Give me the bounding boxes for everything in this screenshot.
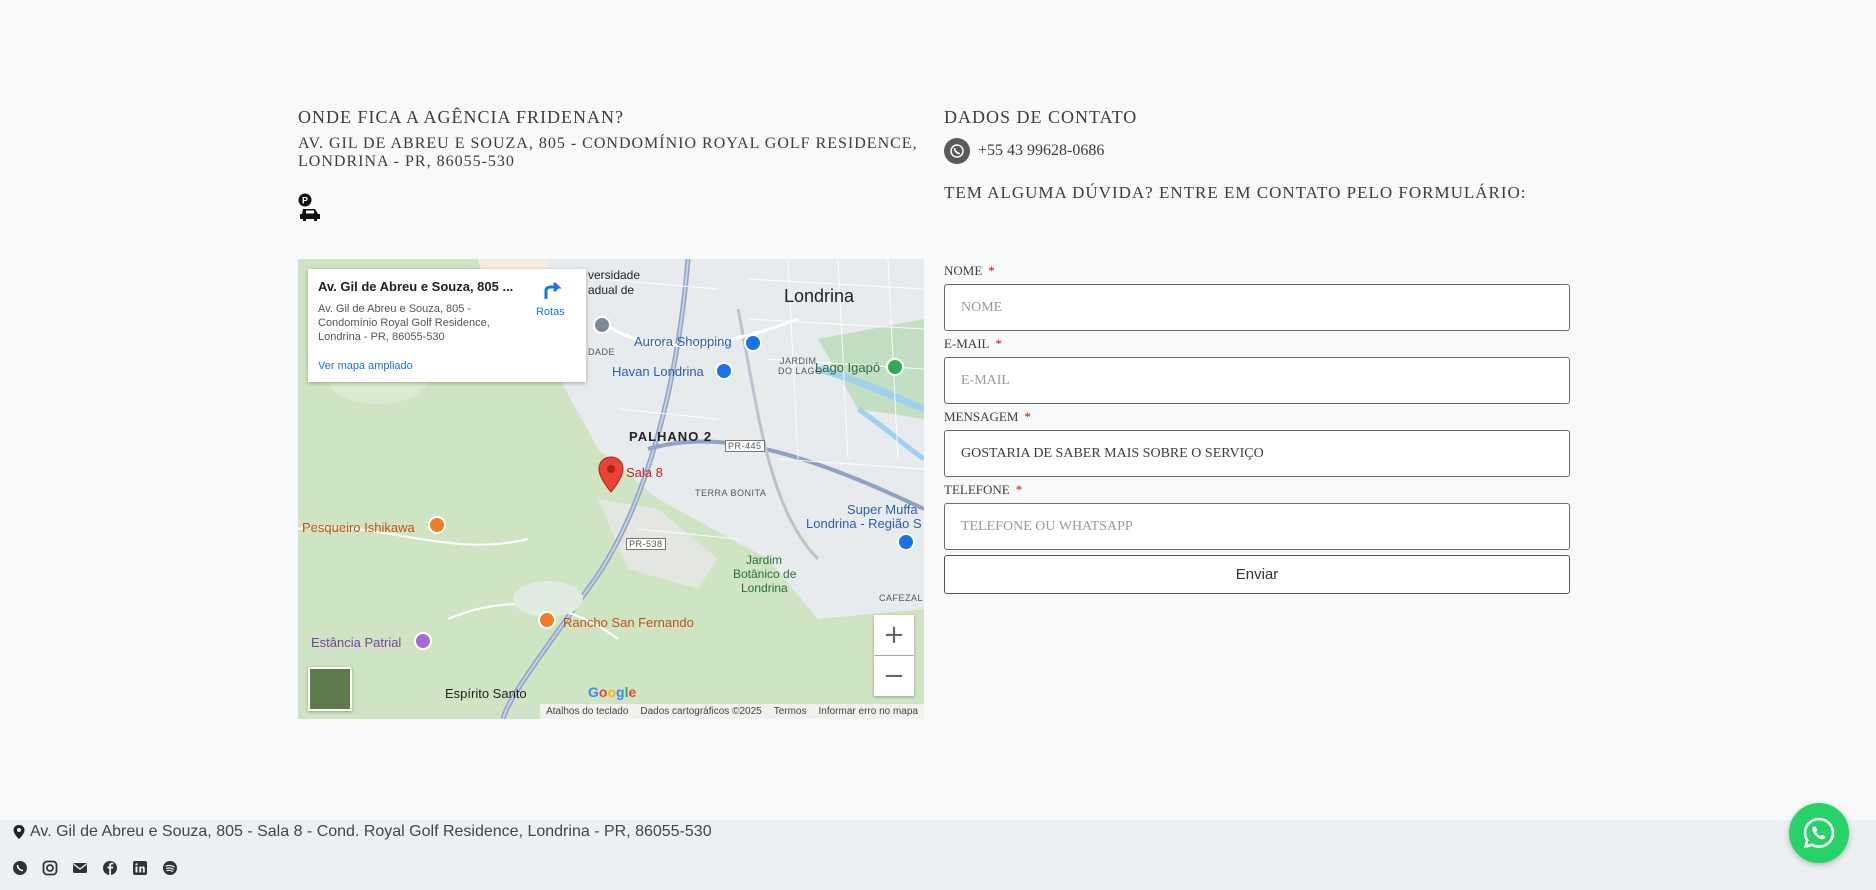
message-input[interactable]: Gostaria de saber mais sobre o serviço [944,430,1570,477]
location-heading: Onde fica a agência Fridenan? [298,107,625,127]
map-label-havan[interactable]: Havan Londrina [612,364,704,379]
map-label-londrina: Londrina [784,286,855,306]
view-larger-map-link[interactable]: Ver mapa ampliado [318,360,413,372]
contact-heading: Dados de contato [944,107,1138,127]
whatsapp-icon[interactable] [12,860,28,876]
email-icon[interactable] [72,860,88,876]
facebook-icon[interactable] [102,860,118,876]
whatsapp-float-button[interactable] [1789,803,1849,863]
map-marker-icon [13,825,25,839]
map-label-jardim-botanico[interactable]: Botânico de [733,567,796,581]
map-label-pr538: PR-538 [626,538,666,550]
submit-button[interactable]: Enviar [944,555,1570,594]
map-label-pr445: PR-445 [725,440,765,452]
park-icon[interactable] [886,358,904,376]
map-attribution-bar: Atalhos do teclado Dados cartográficos ©… [540,704,924,719]
restaurant-icon[interactable] [428,516,446,534]
info-card-title: Av. Gil de Abreu e Souza, 805 ... [318,279,514,294]
map-label-university: adual de [588,283,635,297]
info-card-address: Av. Gil de Abreu e Souza, 805 - Condomín… [318,303,490,343]
map-label-jardim-botanico[interactable]: Londrina [741,581,788,595]
restaurant-icon[interactable] [538,611,556,629]
contact-form: Nome * Nome E-mail * E-mail Mensagem * Gost… [944,262,1570,594]
spotify-icon[interactable] [162,860,178,876]
name-label: Nome * [944,263,995,278]
message-label: Mensagem * [944,409,1031,424]
required-marker: * [1024,409,1031,424]
phone-row[interactable]: +55 43 99628-0686 [944,138,1104,164]
name-input[interactable]: Nome [944,284,1570,331]
zoom-out-button[interactable]: − [874,656,914,696]
phone-label: Telefone * [944,482,1023,497]
form-question: Tem alguma dúvida? Entre em contato pelo… [944,183,1527,202]
email-input[interactable]: E-mail [944,357,1570,404]
footer-address-text: Av. Gil de Abreu e Souza, 805 - Sala 8 -… [30,823,712,840]
map-label-espirito-santo: Espírito Santo [445,686,527,701]
map-label-estancia[interactable]: Estância Patrial [311,635,401,650]
map-label-aurora[interactable]: Aurora Shopping [634,334,732,349]
location-pin-icon[interactable] [598,456,624,494]
shopping-icon[interactable] [744,334,762,352]
map-label-terra-bonita: TERRA BONITA [695,488,767,498]
parking-car-icon: P [298,193,320,221]
attraction-icon[interactable] [414,632,432,650]
keyboard-shortcuts-link[interactable]: Atalhos do teclado [546,706,628,717]
map-label-jardim-lago: JARDIM [780,356,817,366]
phone-number[interactable]: +55 43 99628-0686 [978,142,1104,160]
required-marker: * [995,336,1003,351]
map-label-pesqueiro[interactable]: Pesqueiro Ishikawa [302,520,415,535]
satellite-layer-toggle[interactable] [308,667,352,711]
map-label-lago-igapo[interactable]: Lago Igapó [815,360,880,375]
report-error-link[interactable]: Informar erro no mapa [819,706,919,717]
zoom-in-button[interactable]: + [874,615,914,655]
map-label-rancho[interactable]: Rancho San Fernando [563,615,694,630]
footer: Av. Gil de Abreu e Souza, 805 - Sala 8 -… [0,820,1876,890]
email-label: E-mail * [944,336,1003,351]
google-map[interactable]: Londrina versidade adual de DADE Aurora … [298,259,924,719]
university-icon[interactable] [593,316,611,334]
google-logo: Google [588,684,637,700]
map-label-palhano: PALHANO 2 [629,429,713,444]
phone-input[interactable]: Telefone ou Whatsapp [944,503,1570,550]
map-label-cafezal: CAFEZAL [879,593,924,603]
map-data-label: Dados cartográficos ©2025 [640,706,762,717]
shopping-icon[interactable] [715,362,733,380]
footer-address: Av. Gil de Abreu e Souza, 805 - Sala 8 -… [12,823,712,841]
required-marker: * [1015,482,1023,497]
directions-icon[interactable] [541,279,565,301]
instagram-icon[interactable] [42,860,58,876]
map-label-jardim-botanico[interactable]: Jardim [746,553,782,567]
whatsapp-icon [944,138,970,164]
footer-social-links [12,860,178,876]
required-marker: * [988,263,995,278]
directions-link[interactable]: Rotas [536,306,565,318]
terms-link[interactable]: Termos [774,706,807,717]
contact-section: Dados de contato +55 43 99628-0686 Tem a… [944,105,1570,202]
whatsapp-icon [1803,817,1835,849]
map-label-university: DADE [588,347,616,357]
location-address: Av. Gil de Abreu e Souza, 805 - Condomín… [298,135,918,170]
linkedin-icon[interactable] [132,860,148,876]
map-label-university: versidade [588,268,641,282]
map-info-card: Av. Gil de Abreu e Souza, 805 ... Av. Gi… [308,269,586,382]
location-section: Onde fica a agência Fridenan? Av. Gil de… [298,105,924,221]
map-label-super-muffato[interactable]: Londrina - Região S [806,516,922,531]
map-label-super-muffato[interactable]: Super Muffa [847,502,918,517]
map-pin-label[interactable]: Sala 8 [626,465,663,480]
shopping-cart-icon[interactable] [897,533,915,551]
svg-text:P: P [302,196,308,206]
